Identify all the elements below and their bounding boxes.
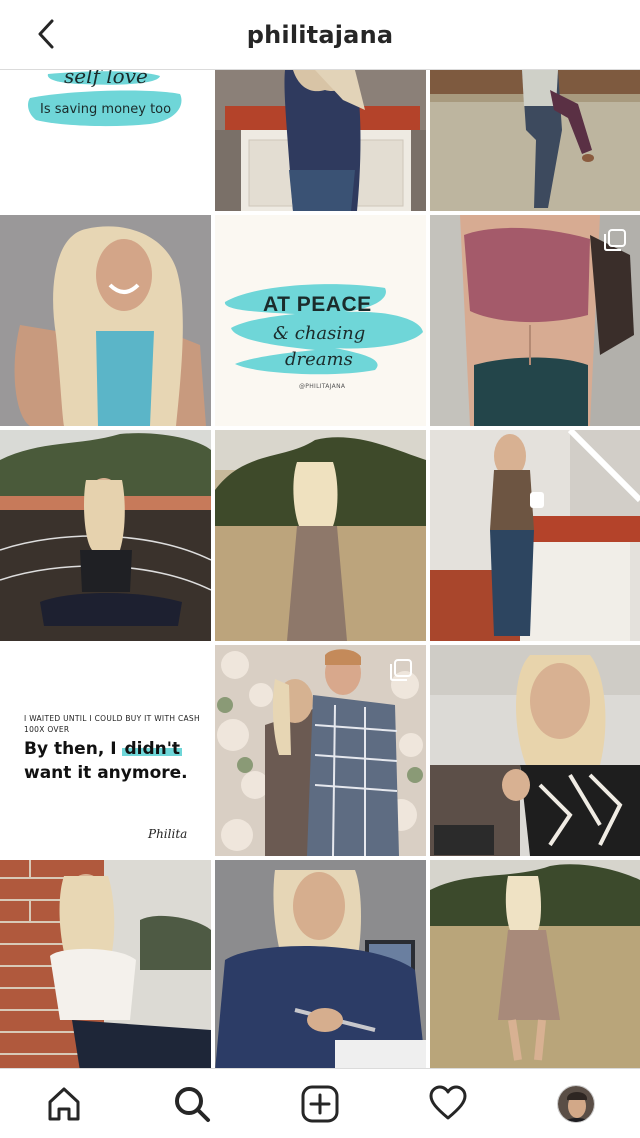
heart-icon xyxy=(429,1085,467,1120)
quote-graphic: I WAITED UNTIL I COULD BUY IT WITH CASH … xyxy=(0,645,211,856)
back-button[interactable] xyxy=(28,16,64,52)
avatar xyxy=(557,1085,595,1123)
bottom-nav xyxy=(0,1068,640,1138)
nav-home[interactable] xyxy=(0,1069,128,1138)
multiple-posts-icon xyxy=(390,659,412,681)
post-gym-smile[interactable] xyxy=(0,215,211,426)
at-peace-line2: & chasing xyxy=(273,323,366,344)
post-field-dress[interactable] xyxy=(215,430,426,641)
nav-activity[interactable] xyxy=(384,1069,512,1138)
post-grass-dress[interactable] xyxy=(430,860,640,1068)
self-love-graphic: self love Is saving money too xyxy=(0,70,211,211)
post-couple-flowers[interactable] xyxy=(215,645,426,856)
chevron-left-icon xyxy=(38,19,54,49)
self-love-caption: Is saving money too xyxy=(40,102,172,117)
at-peace-line3: dreams xyxy=(285,349,353,370)
post-grid: self love Is saving money too AT PEACE &… xyxy=(0,70,640,1068)
photo-gym-smile xyxy=(0,215,211,426)
quote-main-before: By then, I xyxy=(24,739,123,759)
photo-track-sitting xyxy=(0,430,211,641)
at-peace-handle: @PHILITAJANA xyxy=(299,383,346,390)
post-abs-sports-bra[interactable] xyxy=(430,215,640,426)
post-couple-field[interactable] xyxy=(430,70,640,211)
quote-small-text: I WAITED UNTIL I COULD BUY IT WITH CASH … xyxy=(24,714,200,734)
photo-kitchen-navy xyxy=(215,70,426,211)
post-at-peace[interactable]: AT PEACE & chasing dreams @PHILITAJANA xyxy=(215,215,426,426)
search-icon xyxy=(175,1087,210,1122)
quote-signature: Philita xyxy=(148,827,188,841)
home-icon xyxy=(48,1087,80,1121)
multiple-posts-icon xyxy=(604,229,626,251)
photo-kitchen-mug xyxy=(430,430,640,641)
self-love-script: self love xyxy=(64,70,148,88)
nav-new-post[interactable] xyxy=(256,1069,384,1138)
post-kitchen-navy-top[interactable] xyxy=(215,70,426,211)
quote-main-after: want it anymore. xyxy=(24,763,188,783)
at-peace-title: AT PEACE xyxy=(263,293,372,316)
nav-profile[interactable] xyxy=(512,1069,640,1138)
photo-brick-wall xyxy=(0,860,211,1068)
post-kitchen-mug[interactable] xyxy=(430,430,640,641)
teal-brush-stroke xyxy=(28,71,182,127)
post-brick-wall[interactable] xyxy=(0,860,211,1068)
nav-search[interactable] xyxy=(128,1069,256,1138)
top-bar: philitajana xyxy=(0,0,640,70)
photo-selfie-desk xyxy=(430,645,640,856)
profile-avatar-image xyxy=(558,1086,594,1122)
post-selfie-desk[interactable] xyxy=(430,645,640,856)
photo-writing-desk xyxy=(215,860,426,1068)
post-self-love[interactable]: self love Is saving money too xyxy=(0,70,211,211)
quote-main-highlight: didn't xyxy=(122,739,183,759)
post-quote-didnt[interactable]: I WAITED UNTIL I COULD BUY IT WITH CASH … xyxy=(0,645,211,856)
photo-grass-dress xyxy=(430,860,640,1068)
quote-main-text: By then, I didn't want it anymore. xyxy=(24,737,211,785)
photo-field-dress xyxy=(215,430,426,641)
add-post-icon xyxy=(301,1085,339,1123)
post-track-sitting[interactable] xyxy=(0,430,211,641)
photo-couple-field xyxy=(430,70,640,211)
at-peace-graphic: AT PEACE & chasing dreams @PHILITAJANA xyxy=(215,215,426,426)
profile-username: philitajana xyxy=(246,20,394,49)
post-writing-desk[interactable] xyxy=(215,860,426,1068)
